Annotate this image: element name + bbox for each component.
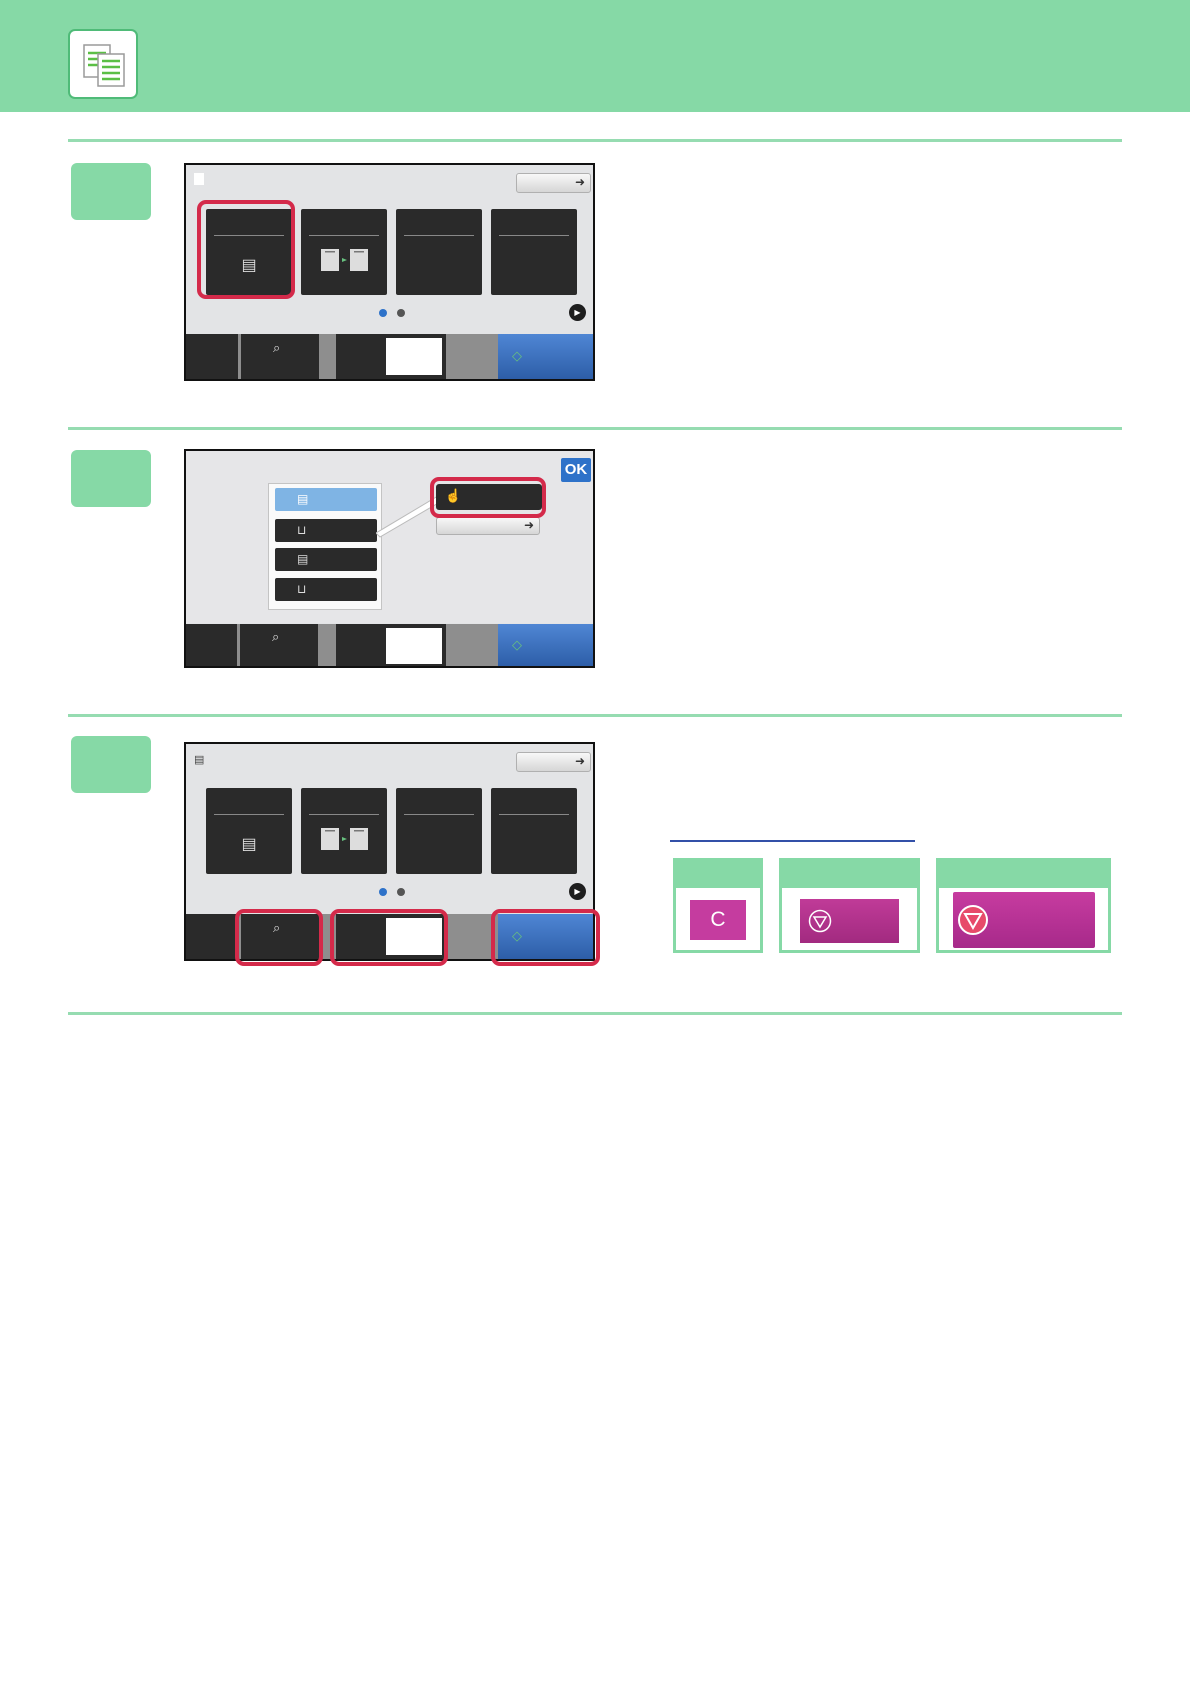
page-indicator-active (379, 888, 387, 896)
clear-key-card: C (673, 858, 763, 953)
page-indicator-active (379, 309, 387, 317)
step-number-badge (71, 736, 151, 793)
preview-icon: ⌕ (272, 629, 280, 644)
function-tile[interactable] (396, 209, 482, 295)
bottom-action-bar: ⌕ ◇ (186, 334, 593, 379)
detail-button[interactable]: ➜ (516, 752, 591, 772)
copy-ratio-tile[interactable] (301, 209, 387, 295)
stop-icon (808, 909, 832, 933)
paper-detail-button[interactable]: ➜ (436, 517, 540, 535)
two-pages-icon (321, 828, 368, 850)
detail-button[interactable]: ➜ (516, 173, 591, 193)
page-header (0, 0, 1190, 112)
highlight-frame (197, 200, 295, 299)
copy-ratio-tile[interactable] (301, 788, 387, 874)
highlight-frame (430, 477, 546, 518)
function-tile[interactable] (491, 209, 577, 295)
section-divider (68, 427, 1122, 430)
tray-option-selected[interactable]: ▤ (275, 488, 377, 511)
clear-key[interactable]: C (690, 900, 746, 940)
step-number-badge (71, 163, 151, 220)
next-page-icon[interactable]: ▶ (569, 883, 586, 900)
paper-select-tile[interactable]: ▤ (206, 788, 292, 874)
reference-link[interactable] (670, 840, 915, 842)
copies-button[interactable] (336, 624, 446, 666)
paper-tray-icon: ▤ (241, 836, 257, 853)
start-button[interactable]: ◇ (498, 624, 593, 666)
arrow-right-icon: ➜ (574, 754, 585, 768)
section-divider (68, 1012, 1122, 1015)
tray-option[interactable]: ⊔ (275, 519, 377, 542)
preview-button[interactable]: ⌕ (240, 624, 318, 666)
step-number-badge (71, 450, 151, 507)
tray-icon: ▤ (297, 552, 309, 566)
copy-document-icon (68, 29, 138, 99)
original-indicator (194, 173, 204, 185)
arrow-right-icon: ➜ (574, 175, 585, 189)
stop-key[interactable] (953, 892, 1095, 948)
highlight-frame (491, 909, 600, 966)
next-page-icon[interactable]: ▶ (569, 304, 586, 321)
action-button[interactable] (186, 334, 238, 379)
page-indicator (397, 888, 405, 896)
copies-button[interactable] (336, 334, 446, 379)
tray-indicator-icon: ▤ (194, 754, 205, 766)
tray-icon: ⊔ (297, 582, 307, 596)
bottom-action-bar: ⌕ ◇ (186, 624, 593, 666)
start-icon: ◇ (512, 637, 522, 652)
tray-list: ▤ ⊔ ▤ ⊔ (268, 483, 382, 610)
tray-option[interactable]: ⊔ (275, 578, 377, 601)
page-indicator (397, 309, 405, 317)
stop-key[interactable] (800, 899, 899, 943)
tray-icon: ⊔ (297, 523, 307, 537)
preview-button[interactable]: ⌕ (241, 334, 319, 379)
tray-icon: ▤ (297, 492, 309, 506)
stop-key-card (779, 858, 920, 953)
preview-icon: ⌕ (273, 340, 281, 355)
ok-button[interactable]: OK (561, 458, 591, 482)
two-pages-icon (321, 249, 368, 271)
stop-icon (958, 905, 988, 935)
section-divider (68, 714, 1122, 717)
tray-option[interactable]: ▤ (275, 548, 377, 571)
start-icon: ◇ (512, 348, 522, 363)
copies-field (386, 338, 442, 375)
function-tile[interactable] (491, 788, 577, 874)
function-tile[interactable] (396, 788, 482, 874)
highlight-frame (330, 909, 448, 966)
highlight-frame (235, 909, 323, 966)
arrow-right-icon: ➜ (523, 518, 534, 532)
section-divider (68, 139, 1122, 142)
copies-field (386, 628, 442, 664)
action-button[interactable] (186, 914, 238, 959)
action-button[interactable] (186, 624, 237, 666)
stop-key-card (936, 858, 1111, 953)
start-button[interactable]: ◇ (498, 334, 593, 379)
